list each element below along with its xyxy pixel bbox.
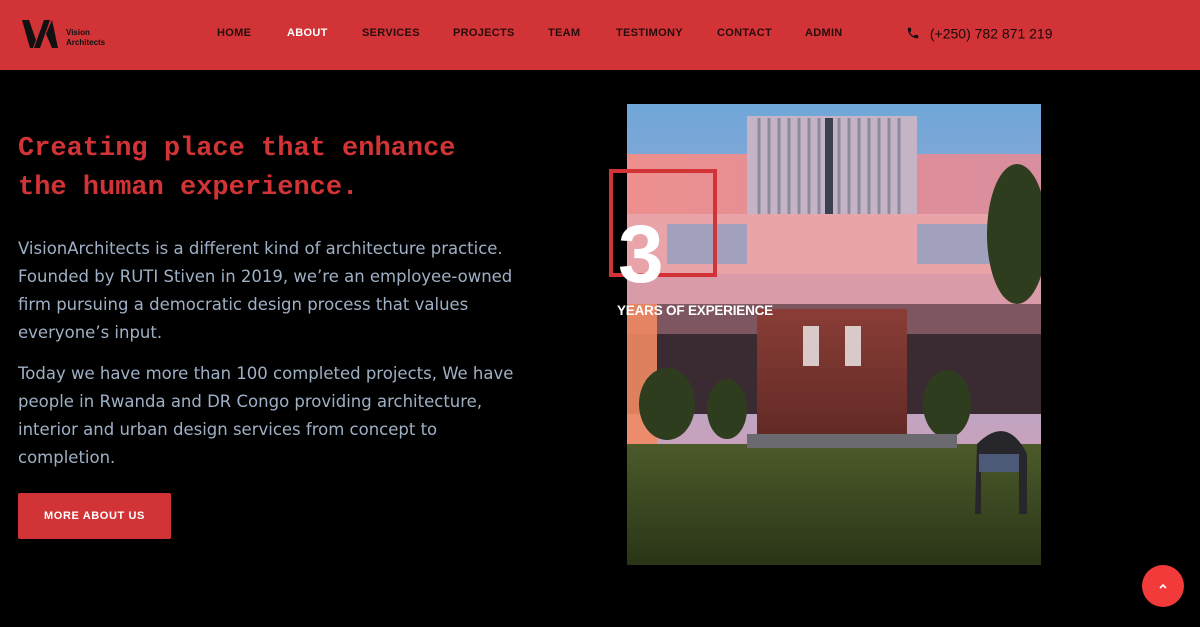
hero-headline: Creating place that enhance the human ex… bbox=[18, 130, 498, 208]
nav-admin[interactable]: ADMIN bbox=[805, 27, 843, 39]
brand-line-2: Architects bbox=[66, 38, 106, 47]
nav-team[interactable]: TEAM bbox=[548, 27, 580, 39]
phone-icon bbox=[907, 28, 919, 39]
nav-home[interactable]: HOME bbox=[217, 27, 251, 39]
more-about-us-button[interactable]: MORE ABOUT US bbox=[18, 493, 171, 539]
experience-label: YEARS OF EXPERIENCE bbox=[617, 303, 773, 318]
phone-contact[interactable]: (+250) 782 871 219 bbox=[906, 24, 1053, 41]
nav-contact[interactable]: CONTACT bbox=[717, 27, 772, 39]
site-header: Vision Architects HOME ABOUT SERVICES PR… bbox=[0, 0, 1200, 70]
hero-headline-line-2: the human experience. bbox=[18, 173, 359, 203]
hero-headline-line-1: Creating place that enhance bbox=[18, 134, 456, 164]
about-paragraph-2: Today we have more than 100 completed pr… bbox=[18, 364, 514, 467]
nav-testimony[interactable]: TESTIMONY bbox=[616, 27, 683, 39]
nav-about[interactable]: ABOUT bbox=[287, 27, 328, 39]
brand-name: Vision Architects bbox=[66, 28, 105, 48]
nav-projects[interactable]: PROJECTS bbox=[453, 27, 515, 39]
brand-line-1: Vision bbox=[66, 28, 90, 37]
brand-logo[interactable]: Vision Architects bbox=[22, 18, 122, 52]
about-paragraph-1: VisionArchitects is a different kind of … bbox=[18, 239, 513, 342]
phone-number: (+250) 782 871 219 bbox=[929, 25, 1053, 42]
back-to-top-button[interactable] bbox=[1142, 565, 1184, 607]
experience-number: 3 bbox=[618, 209, 664, 300]
chevron-up-icon bbox=[1159, 583, 1167, 589]
nav-services[interactable]: SERVICES bbox=[362, 27, 420, 39]
logo-mark-icon bbox=[22, 20, 58, 48]
